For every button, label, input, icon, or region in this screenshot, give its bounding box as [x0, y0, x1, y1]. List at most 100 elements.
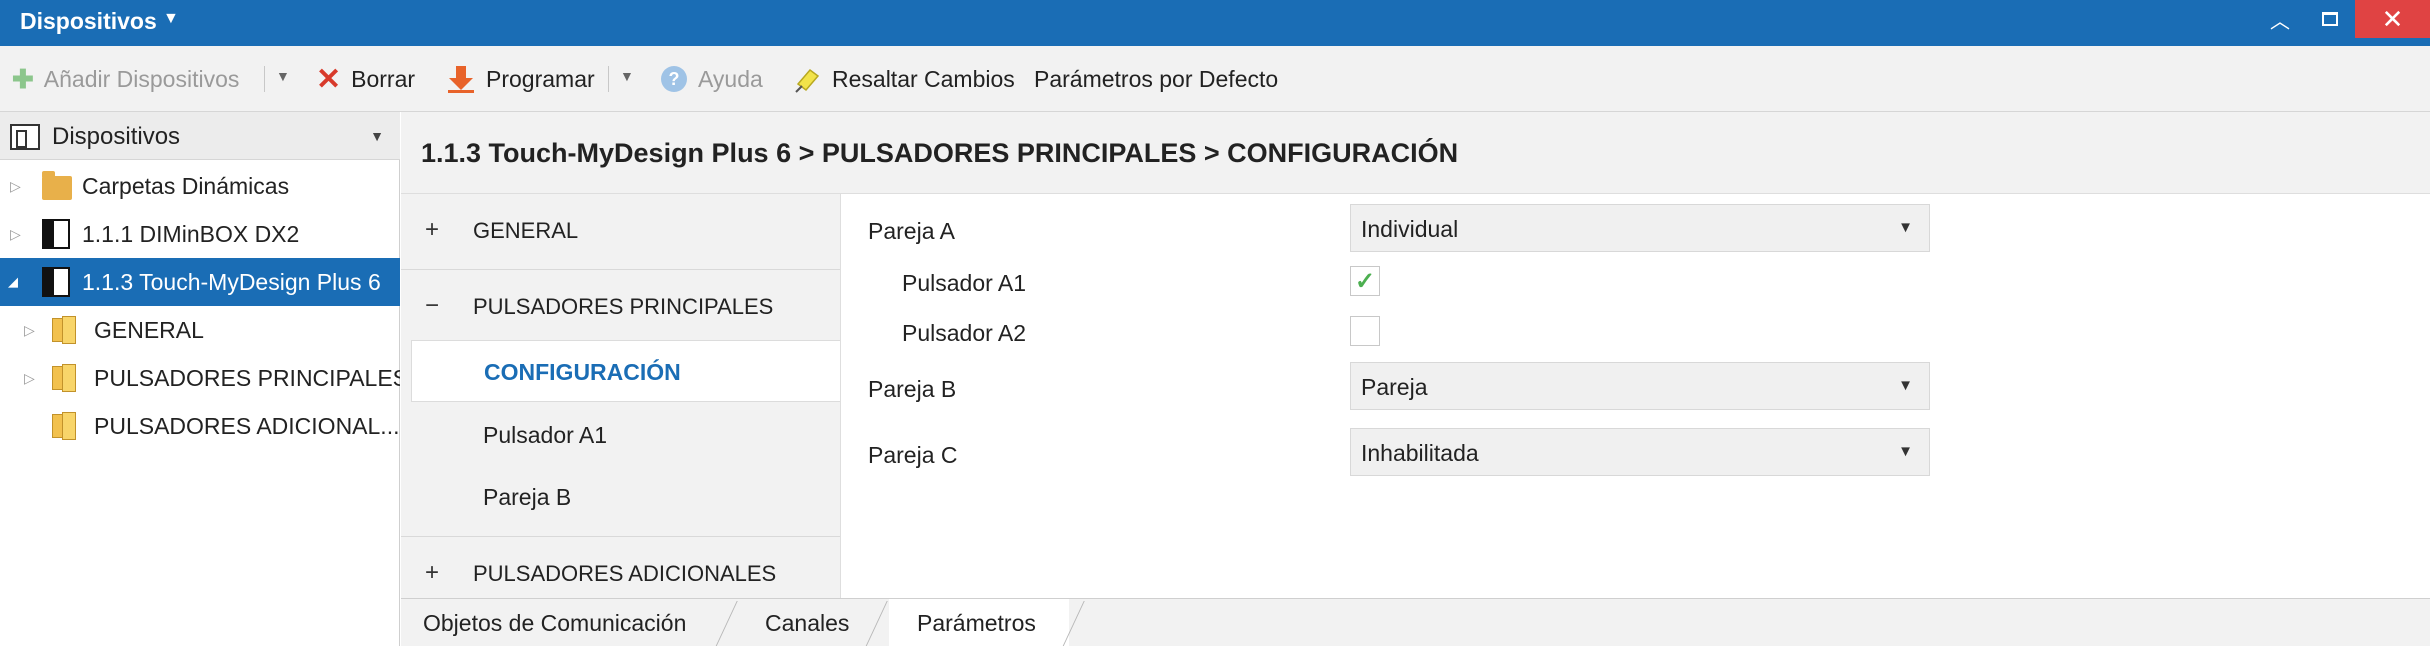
program-dropdown-icon[interactable]: ▼	[620, 68, 634, 84]
add-devices-label: Añadir Dispositivos	[43, 65, 240, 92]
expand-plus-icon[interactable]: +	[425, 559, 439, 587]
default-params-button[interactable]: Parámetros por Defecto	[1034, 62, 1278, 96]
tab-communication-objects[interactable]: Objetos de Comunicación	[401, 599, 721, 646]
program-label: Programar	[486, 65, 595, 92]
tree-item-additional-buttons[interactable]: PULSADORES ADICIONAL...	[0, 402, 400, 450]
download-arrow-icon	[446, 64, 476, 94]
param-group-label: PULSADORES PRINCIPALES	[473, 294, 774, 319]
help-icon: ?	[660, 65, 688, 93]
close-icon[interactable]: ✕	[2355, 0, 2430, 38]
pareja-a-value: Individual	[1361, 216, 1459, 242]
tab-label: Canales	[765, 610, 850, 636]
pareja-a-label: Pareja A	[868, 218, 955, 244]
param-item-label: CONFIGURACIÓN	[484, 359, 681, 385]
param-item-label: Pulsador A1	[483, 422, 608, 448]
tree-item-general[interactable]: ▷ GENERAL	[0, 306, 400, 354]
delete-x-icon: ✕	[316, 62, 342, 96]
title-dropdown-icon[interactable]: ▼	[163, 10, 179, 28]
param-group-label: GENERAL	[473, 218, 579, 243]
chevron-down-icon: ▼	[1898, 219, 1913, 236]
breadcrumb-bar: 1.1.3 Touch-MyDesign Plus 6 > PULSADORES…	[401, 112, 2430, 194]
parameter-nav: + GENERAL − PULSADORES PRINCIPALES CONFI…	[401, 194, 841, 598]
checkmark-icon: ✓	[1354, 267, 1376, 295]
pulsador-a1-label: Pulsador A1	[902, 270, 1027, 296]
collapse-icon[interactable]: ︿	[2256, 0, 2304, 38]
maximize-icon[interactable]	[2306, 0, 2354, 38]
devices-panel-header[interactable]: Dispositivos ▼	[0, 112, 400, 160]
tree-item-label: 1.1.1 DIMinBOX DX2	[82, 220, 300, 247]
tab-label: Parámetros	[917, 610, 1036, 636]
delete-label: Borrar	[351, 65, 416, 92]
folder-icon	[42, 171, 72, 200]
main-area: 1.1.3 Touch-MyDesign Plus 6 > PULSADORES…	[401, 112, 2430, 598]
expand-arrow-icon[interactable]: ▷	[10, 226, 21, 243]
program-button[interactable]: Programar	[446, 62, 595, 96]
add-devices-button[interactable]: ✚ Añadir Dispositivos	[12, 62, 239, 96]
tree-item-main-buttons[interactable]: ▷ PULSADORES PRINCIPALES	[0, 354, 400, 402]
collapse-arrow-icon[interactable]: ◢	[8, 274, 18, 290]
parameter-folder-icon	[52, 316, 78, 344]
pareja-c-label: Pareja C	[868, 442, 958, 468]
default-params-label: Parámetros por Defecto	[1034, 65, 1279, 92]
tree-item-label: Carpetas Dinámicas	[82, 172, 290, 199]
param-group-additional-buttons[interactable]: + PULSADORES ADICIONALES	[401, 536, 840, 598]
devices-panel-icon	[10, 124, 40, 150]
tab-label: Objetos de Comunicación	[423, 610, 687, 636]
devices-panel-title: Dispositivos	[52, 123, 181, 150]
help-button[interactable]: ? Ayuda	[660, 62, 763, 96]
pareja-b-label: Pareja B	[868, 376, 957, 402]
param-item-label: Pareja B	[483, 484, 572, 510]
breadcrumb: 1.1.3 Touch-MyDesign Plus 6 > PULSADORES…	[421, 138, 1459, 168]
title-bar: Dispositivos ▼ ︿ ✕	[0, 0, 2430, 46]
collapse-minus-icon[interactable]: −	[425, 292, 439, 320]
tree-item-dynamic-folders[interactable]: ▷ Carpetas Dinámicas	[0, 162, 400, 210]
window-title[interactable]: Dispositivos	[20, 8, 157, 35]
highlighter-icon	[792, 64, 822, 94]
tree-item-diminbox[interactable]: ▷ 1.1.1 DIMinBOX DX2	[0, 210, 400, 258]
plus-icon: ✚	[12, 63, 34, 94]
help-label: Ayuda	[698, 65, 763, 92]
parameter-folder-icon	[52, 412, 78, 440]
chevron-down-icon: ▼	[1898, 443, 1913, 460]
svg-text:?: ?	[669, 69, 680, 89]
devices-panel: Dispositivos ▼ ▷ Carpetas Dinámicas ▷ 1.…	[0, 112, 400, 646]
tree-item-label: GENERAL	[94, 316, 204, 343]
tree-item-touch-mydesign[interactable]: ◢ 1.1.3 Touch-MyDesign Plus 6	[0, 258, 400, 306]
highlight-changes-button[interactable]: Resaltar Cambios	[792, 62, 1015, 96]
expand-plus-icon[interactable]: +	[425, 216, 439, 244]
tab-channels[interactable]: Canales	[741, 599, 871, 646]
device-icon	[42, 219, 70, 249]
chevron-down-icon[interactable]: ▼	[370, 128, 384, 144]
toolbar-divider	[264, 66, 265, 92]
toolbar-divider	[608, 66, 609, 92]
tree-item-label: PULSADORES ADICIONAL...	[94, 412, 400, 439]
param-group-main-buttons[interactable]: − PULSADORES PRINCIPALES	[401, 270, 840, 346]
expand-arrow-icon[interactable]: ▷	[24, 322, 35, 339]
pareja-c-select[interactable]: Inhabilitada ▼	[1350, 428, 1930, 476]
pulsador-a1-checkbox[interactable]: ✓	[1350, 266, 1380, 296]
pareja-a-select[interactable]: Individual ▼	[1350, 204, 1930, 252]
param-group-label: PULSADORES ADICIONALES	[473, 561, 777, 586]
parameter-folder-icon	[52, 364, 78, 392]
tab-parameters[interactable]: Parámetros	[889, 599, 1069, 646]
pulsador-a2-label: Pulsador A2	[902, 320, 1027, 346]
expand-arrow-icon[interactable]: ▷	[24, 370, 35, 387]
pareja-b-select[interactable]: Pareja ▼	[1350, 362, 1930, 410]
pareja-b-value: Pareja	[1361, 374, 1428, 400]
param-item-pareja-b[interactable]: Pareja B	[411, 466, 840, 528]
pareja-c-value: Inhabilitada	[1361, 440, 1479, 466]
param-group-general[interactable]: + GENERAL	[401, 194, 840, 270]
chevron-down-icon: ▼	[1898, 377, 1913, 394]
add-devices-dropdown-icon[interactable]: ▼	[276, 68, 290, 84]
param-item-configuracion[interactable]: CONFIGURACIÓN	[411, 340, 840, 402]
toolbar: ✚ Añadir Dispositivos ▼ ✕ Borrar Program…	[0, 46, 2430, 112]
param-item-pulsador-a1[interactable]: Pulsador A1	[411, 404, 840, 466]
highlight-changes-label: Resaltar Cambios	[832, 65, 1015, 92]
tree-item-label: PULSADORES PRINCIPALES	[94, 364, 400, 391]
parameters-panel: Pareja A Individual ▼ Pulsador A1 ✓ Puls…	[842, 194, 2430, 598]
tree-item-label: 1.1.3 Touch-MyDesign Plus 6	[82, 268, 381, 295]
expand-arrow-icon[interactable]: ▷	[10, 178, 21, 195]
delete-button[interactable]: ✕ Borrar	[316, 62, 415, 96]
pulsador-a2-checkbox[interactable]	[1350, 316, 1380, 346]
device-icon	[42, 267, 70, 297]
